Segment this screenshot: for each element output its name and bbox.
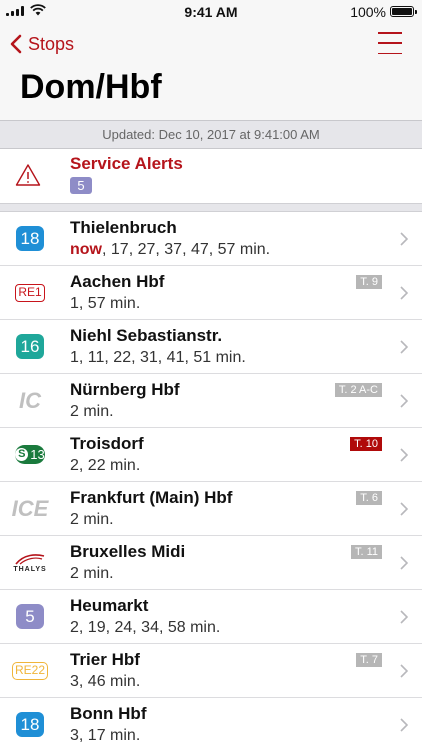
thalys-swoosh-icon: [15, 554, 45, 565]
line-badge: 5: [15, 603, 45, 630]
destination: Thielenbruch: [70, 218, 177, 237]
line-re1-badge: RE1: [15, 283, 45, 302]
battery-icon: [390, 6, 417, 17]
destination: Niehl Sebastianstr.: [70, 326, 223, 345]
departure-times: 2 min.: [70, 565, 114, 582]
thalys-wordmark: THALYS: [13, 566, 47, 573]
departure-row[interactable]: IC Nürnberg Hbf 2 min. T. 2 A-C: [0, 374, 422, 428]
departure-row[interactable]: S 13 Troisdorf 2, 22 min. T. 10: [0, 428, 422, 482]
line-18-badge: 18: [16, 712, 44, 737]
destination: Frankfurt (Main) Hbf: [70, 488, 233, 507]
line-badge: 18: [15, 225, 45, 252]
track-badge: T. 11: [350, 545, 382, 559]
status-bar: 9:41 AM 100%: [0, 0, 422, 24]
chevron-right-icon: [400, 556, 408, 570]
line-16-badge: 16: [16, 334, 44, 359]
track-badge: T. 7: [356, 653, 382, 667]
line-5-badge: 5: [16, 604, 44, 629]
destination: Troisdorf: [70, 434, 144, 453]
departure-row[interactable]: THALYS Bruxelles Midi 2 min. T. 11: [0, 536, 422, 590]
track-badge: T. 6: [356, 491, 382, 505]
departure-times: 2, 22 min.: [70, 457, 141, 474]
departure-times: 2, 19, 24, 34, 58 min.: [70, 619, 221, 636]
departure-row[interactable]: RE22 Trier Hbf 3, 46 min. T. 7: [0, 644, 422, 698]
destination: Aachen Hbf: [70, 272, 165, 291]
chevron-left-icon: [10, 34, 22, 54]
departure-times: 1, 57 min.: [70, 295, 141, 312]
line-badge: RE22: [11, 657, 49, 684]
track-badge: T. 2 A-C: [334, 383, 382, 397]
line-re22-badge: RE22: [11, 661, 49, 680]
nav-bar: Stops Dom/Hbf: [0, 24, 422, 122]
departure-times: 1, 11, 22, 31, 41, 51 min.: [70, 349, 246, 366]
updated-timestamp: Updated: Dec 10, 2017 at 9:41:00 AM: [0, 120, 422, 149]
chevron-right-icon: [400, 664, 408, 678]
departure-times: 3, 46 min.: [70, 673, 141, 690]
departure-times: 3, 17 min.: [70, 727, 141, 744]
line-badge: S 13: [15, 441, 45, 468]
destination: Bruxelles Midi: [70, 542, 186, 561]
chevron-right-icon: [400, 502, 408, 516]
line-badge: RE1: [15, 279, 45, 306]
destination: Nürnberg Hbf: [70, 380, 180, 399]
destination: Trier Hbf: [70, 650, 140, 669]
thalys-logo: THALYS: [12, 552, 48, 573]
hamburger-menu-icon[interactable]: [378, 32, 402, 54]
line-badge: 18: [15, 711, 45, 738]
line-ice-badge: ICE: [11, 495, 49, 521]
chevron-right-icon: [400, 286, 408, 300]
battery-percent: 100%: [350, 4, 386, 20]
chevron-right-icon: [400, 232, 408, 246]
line-ic-badge: IC: [19, 387, 41, 413]
chevron-right-icon: [400, 610, 408, 624]
departures-list: 18 Thielenbruch now, 17, 27, 37, 47, 57 …: [0, 212, 422, 750]
chevron-right-icon: [400, 718, 408, 732]
departure-row[interactable]: 5 Heumarkt 2, 19, 24, 34, 58 min.: [0, 590, 422, 644]
back-button[interactable]: Stops: [10, 32, 74, 56]
now-label: now: [70, 241, 102, 258]
departure-times: 2 min.: [70, 511, 114, 528]
page-title: Dom/Hbf: [20, 68, 162, 106]
track-badge: T. 9: [356, 275, 382, 289]
departure-row[interactable]: RE1 Aachen Hbf 1, 57 min. T. 9: [0, 266, 422, 320]
service-alerts-title: Service Alerts: [70, 154, 183, 173]
line-number: 13: [30, 447, 45, 462]
times-text: , 17, 27, 37, 47, 57 min.: [102, 241, 271, 258]
departure-row[interactable]: 18 Thielenbruch now, 17, 27, 37, 47, 57 …: [0, 212, 422, 266]
departure-row[interactable]: 16 Niehl Sebastianstr. 1, 11, 22, 31, 41…: [0, 320, 422, 374]
departure-row[interactable]: ICE Frankfurt (Main) Hbf 2 min. T. 6: [0, 482, 422, 536]
alerts-count-badge: 5: [70, 177, 92, 194]
section-separator: [0, 203, 422, 212]
sbahn-logo-icon: S: [15, 448, 29, 461]
chevron-right-icon: [400, 340, 408, 354]
warning-triangle-icon: [15, 164, 41, 186]
departure-times: 2 min.: [70, 403, 114, 420]
track-badge: T. 10: [350, 437, 382, 451]
line-badge: 16: [15, 333, 45, 360]
chevron-right-icon: [400, 448, 408, 462]
line-18-badge: 18: [16, 226, 44, 251]
departure-times: now, 17, 27, 37, 47, 57 min.: [70, 241, 270, 259]
line-badge: ICE: [12, 495, 49, 522]
service-alerts-row[interactable]: Service Alerts 5: [0, 149, 422, 203]
destination: Heumarkt: [70, 596, 149, 615]
chevron-right-icon: [400, 394, 408, 408]
line-s13-badge: S 13: [15, 445, 45, 464]
line-badge: THALYS: [12, 549, 48, 576]
back-label: Stops: [28, 33, 75, 54]
line-badge: IC: [15, 387, 45, 414]
destination: Bonn Hbf: [70, 704, 147, 723]
departure-row[interactable]: 18 Bonn Hbf 3, 17 min.: [0, 698, 422, 750]
